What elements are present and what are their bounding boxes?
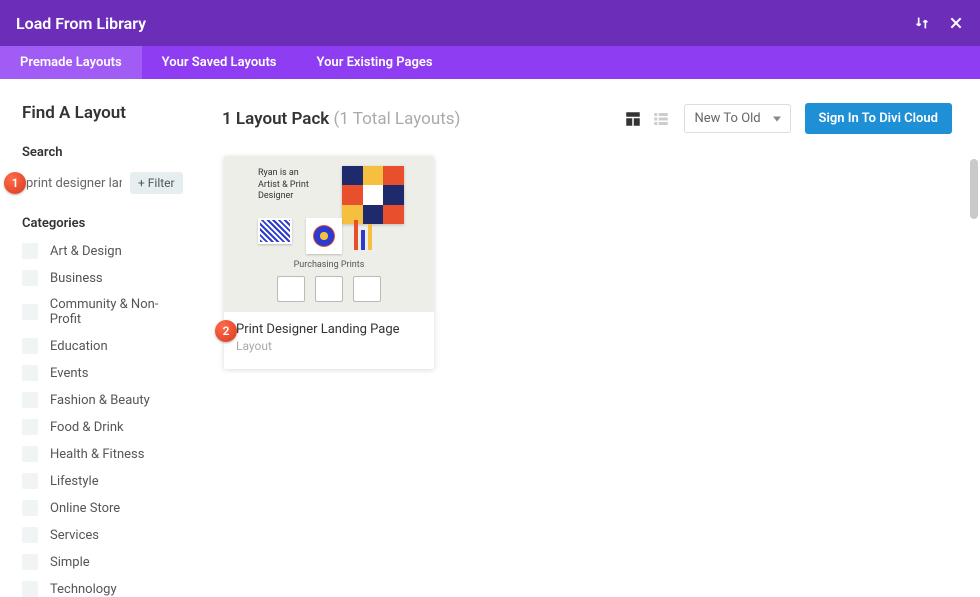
search-input[interactable] [22,176,122,191]
layout-card-preview: Ryan is an Artist & Print Designer Purch… [224,156,434,312]
category-item[interactable]: Online Store [22,500,188,516]
category-item[interactable]: Events [22,365,188,381]
category-label: Community & Non-Profit [50,297,188,327]
layout-card-title: Print Designer Landing Page [236,322,422,337]
preview-bars-icon [354,220,376,250]
checkbox-icon[interactable] [22,243,38,259]
filter-button[interactable]: + Filter [130,172,183,194]
checkbox-icon[interactable] [22,473,38,489]
checkbox-icon[interactable] [22,527,38,543]
category-label: Lifestyle [50,474,99,489]
list-view-icon[interactable] [652,110,670,128]
checkbox-icon[interactable] [22,270,38,286]
preview-subheading: Purchasing Prints [224,260,434,270]
category-item[interactable]: Community & Non-Profit [22,297,188,327]
search-label: Search [22,145,188,160]
checkbox-icon[interactable] [22,446,38,462]
category-label: Services [50,528,99,543]
import-export-icon[interactable] [914,15,930,31]
annotation-marker: 2 [215,320,237,342]
checkbox-icon[interactable] [22,500,38,516]
tab-saved-layouts[interactable]: Your Saved Layouts [142,46,297,79]
categories-label: Categories [22,216,188,231]
category-label: Art & Design [50,244,122,259]
category-label: Health & Fitness [50,447,144,462]
category-item[interactable]: Art & Design [22,243,188,259]
category-item[interactable]: Lifestyle [22,473,188,489]
category-label: Fashion & Beauty [50,393,150,408]
preview-circle-icon [306,218,342,254]
tab-existing-pages[interactable]: Your Existing Pages [297,46,453,79]
close-icon[interactable] [948,15,964,31]
sidebar-title: Find A Layout [22,103,188,123]
checkbox-icon[interactable] [22,338,38,354]
checkbox-icon[interactable] [22,392,38,408]
preview-stripe-icon [258,218,292,244]
grid-view-icon[interactable] [624,110,642,128]
category-item[interactable]: Simple [22,554,188,570]
scrollbar-thumb[interactable] [970,159,978,219]
checkbox-icon[interactable] [22,304,38,320]
category-item[interactable]: Fashion & Beauty [22,392,188,408]
category-label: Business [50,271,103,286]
results-count: 1 Layout Pack (1 Total Layouts) [222,109,460,129]
annotation-marker: 1 [4,172,26,194]
checkbox-icon[interactable] [22,554,38,570]
category-label: Food & Drink [50,420,124,435]
results-count-sub: (1 Total Layouts) [334,109,461,129]
checkbox-icon[interactable] [22,365,38,381]
layout-card-type: Layout [236,339,422,353]
sort-select[interactable]: New To Old [684,104,791,133]
category-label: Events [50,366,88,381]
preview-product-boxes [264,276,394,302]
category-item[interactable]: Business [22,270,188,286]
modal-title: Load From Library [16,14,146,33]
tab-premade-layouts[interactable]: Premade Layouts [0,46,142,79]
category-label: Education [50,339,108,354]
divi-cloud-signin-button[interactable]: Sign In To Divi Cloud [805,103,952,134]
category-item[interactable]: Food & Drink [22,419,188,435]
preview-heading: Ryan is an Artist & Print Designer [258,168,309,203]
category-label: Simple [50,555,90,570]
category-item[interactable]: Health & Fitness [22,446,188,462]
category-item[interactable]: Education [22,338,188,354]
category-label: Technology [50,582,117,597]
layout-card[interactable]: Ryan is an Artist & Print Designer Purch… [224,156,434,369]
preview-pattern-icon [342,166,404,224]
category-item[interactable]: Services [22,527,188,543]
results-count-main: 1 Layout Pack [222,109,329,129]
category-label: Online Store [50,501,120,516]
checkbox-icon[interactable] [22,419,38,435]
